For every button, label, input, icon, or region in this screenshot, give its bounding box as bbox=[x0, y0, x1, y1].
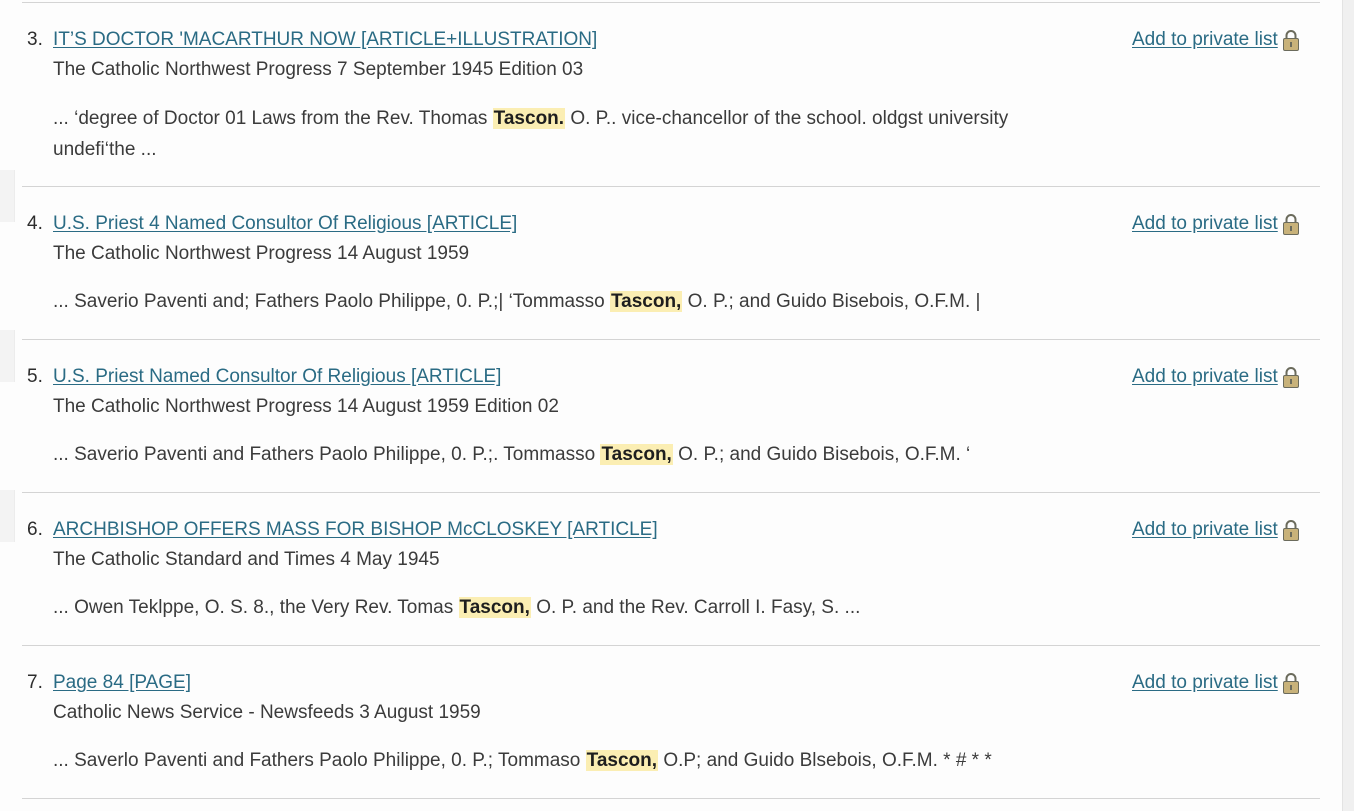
snippet-text: O.P; and Guido Blsebois, O.F.M. * # * * bbox=[658, 750, 992, 771]
add-to-private-list-link[interactable]: Add to private list bbox=[1132, 365, 1278, 389]
results-list: 3. IT’S DOCTOR 'MACARTHUR NOW [ARTICLE+I… bbox=[22, 3, 1320, 799]
add-to-private-list-button[interactable]: Add to private list bbox=[1132, 671, 1301, 695]
result-title-link[interactable]: Page 84 [PAGE] bbox=[53, 671, 191, 695]
add-to-private-list-button[interactable]: Add to private list bbox=[1132, 518, 1301, 542]
result-title-link[interactable]: U.S. Priest Named Consultor Of Religious… bbox=[53, 365, 501, 389]
snippet-text: ... Owen Teklppe, O. S. 8., the Very Rev… bbox=[53, 597, 459, 618]
result-source: The Catholic Northwest Progress 14 Augus… bbox=[53, 396, 559, 417]
result-item: 3. IT’S DOCTOR 'MACARTHUR NOW [ARTICLE+I… bbox=[22, 3, 1320, 187]
result-number: 3. bbox=[27, 29, 43, 50]
add-to-private-list-link[interactable]: Add to private list bbox=[1132, 28, 1278, 52]
result-source: Catholic News Service - Newsfeeds 3 Augu… bbox=[53, 702, 481, 723]
result-item: 4. U.S. Priest 4 Named Consultor Of Reli… bbox=[22, 187, 1320, 340]
result-item: 7. Page 84 [PAGE] Catholic News Service … bbox=[22, 646, 1320, 799]
snippet-text: O. P.; and Guido Bisebois, O.F.M. | bbox=[682, 291, 981, 312]
snippet-text: ... ‘degree of Doctor 01 Laws from the R… bbox=[53, 108, 493, 129]
result-source: The Catholic Standard and Times 4 May 19… bbox=[53, 549, 440, 570]
result-snippet: ... Saverio Paventi and Fathers Paolo Ph… bbox=[53, 439, 1093, 470]
result-number: 7. bbox=[27, 672, 43, 693]
search-term-highlight: Tascon, bbox=[585, 750, 659, 771]
left-panel-edge bbox=[0, 170, 15, 222]
result-snippet: ... Saverio Paventi and; Fathers Paolo P… bbox=[53, 286, 1093, 317]
snippet-text: ... Saverio Paventi and; Fathers Paolo P… bbox=[53, 291, 610, 312]
snippet-text: ... Saverio Paventi and Fathers Paolo Ph… bbox=[53, 444, 601, 465]
snippet-text: O. P.; and Guido Bisebois, O.F.M. ‘ bbox=[672, 444, 971, 465]
result-title-link[interactable]: IT’S DOCTOR 'MACARTHUR NOW [ARTICLE+ILLU… bbox=[53, 28, 597, 52]
lock-icon bbox=[1282, 30, 1299, 51]
snippet-text: ... Saverlo Paventi and Fathers Paolo Ph… bbox=[53, 750, 586, 771]
search-term-highlight: Tascon, bbox=[458, 597, 531, 618]
add-to-private-list-link[interactable]: Add to private list bbox=[1132, 518, 1278, 542]
result-number: 4. bbox=[27, 213, 43, 234]
search-term-highlight: Tascon, bbox=[600, 444, 673, 465]
result-title-link[interactable]: ARCHBISHOP OFFERS MASS FOR BISHOP McCLOS… bbox=[53, 518, 658, 542]
add-to-private-list-button[interactable]: Add to private list bbox=[1132, 28, 1301, 52]
result-number: 6. bbox=[27, 519, 43, 540]
lock-icon bbox=[1282, 214, 1299, 235]
snippet-text: O. P. and the Rev. Carroll I. Fasy, S. .… bbox=[530, 597, 861, 618]
result-item: 5. U.S. Priest Named Consultor Of Religi… bbox=[22, 340, 1320, 493]
vertical-scrollbar[interactable] bbox=[1342, 0, 1354, 811]
result-snippet: ... Owen Teklppe, O. S. 8., the Very Rev… bbox=[53, 592, 1093, 623]
result-source: The Catholic Northwest Progress 14 Augus… bbox=[53, 243, 470, 264]
add-to-private-list-link[interactable]: Add to private list bbox=[1132, 212, 1278, 236]
result-title-link[interactable]: U.S. Priest 4 Named Consultor Of Religio… bbox=[53, 212, 517, 236]
result-item: 6. ARCHBISHOP OFFERS MASS FOR BISHOP McC… bbox=[22, 493, 1320, 646]
result-snippet: ... Saverlo Paventi and Fathers Paolo Ph… bbox=[53, 745, 1093, 776]
search-results-page: 3. IT’S DOCTOR 'MACARTHUR NOW [ARTICLE+I… bbox=[0, 0, 1354, 811]
result-source: The Catholic Northwest Progress 7 Septem… bbox=[53, 59, 584, 80]
add-to-private-list-button[interactable]: Add to private list bbox=[1132, 212, 1301, 236]
search-term-highlight: Tascon, bbox=[609, 291, 683, 312]
lock-icon bbox=[1282, 367, 1299, 388]
lock-icon bbox=[1282, 520, 1299, 541]
result-number: 5. bbox=[27, 366, 43, 387]
left-panel-edge bbox=[0, 490, 15, 542]
add-to-private-list-link[interactable]: Add to private list bbox=[1132, 671, 1278, 695]
search-term-highlight: Tascon. bbox=[492, 108, 566, 129]
result-snippet: ... ‘degree of Doctor 01 Laws from the R… bbox=[53, 103, 1093, 165]
lock-icon bbox=[1282, 673, 1299, 694]
left-panel-edge bbox=[0, 330, 15, 382]
add-to-private-list-button[interactable]: Add to private list bbox=[1132, 365, 1301, 389]
